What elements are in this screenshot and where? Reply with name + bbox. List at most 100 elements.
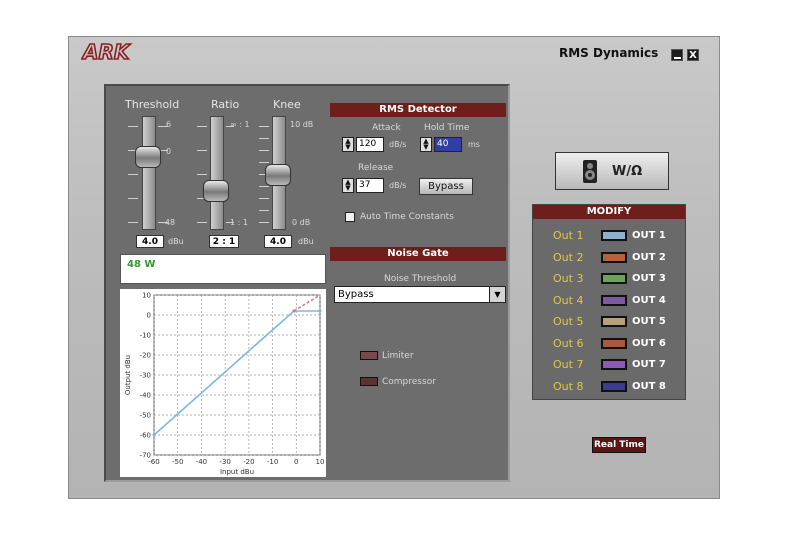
y-tick-label: 10 — [142, 292, 151, 300]
compressor-label: Compressor — [382, 377, 436, 387]
attack-unit: dB/s — [389, 140, 407, 149]
rms-detector-header: RMS Detector — [330, 103, 506, 117]
ratio-value[interactable]: 2 : 1 — [209, 235, 239, 248]
out-select-button[interactable] — [601, 337, 627, 349]
attack-spinner[interactable]: ▲ ▼ — [342, 137, 354, 152]
y-axis-label: Output dBu — [124, 355, 132, 395]
attack-label: Attack — [372, 123, 401, 133]
release-label: Release — [358, 163, 394, 173]
out-name: OUT 5 — [632, 316, 666, 327]
out-select-button[interactable] — [601, 359, 627, 370]
out-row: Out 1 OUT 1 — [533, 225, 687, 245]
x-tick-label: -30 — [219, 458, 230, 466]
real-time-button[interactable]: Real Time — [592, 437, 646, 453]
release-spinner[interactable]: ▲ ▼ — [342, 178, 354, 193]
ark-logo: ARK — [81, 41, 132, 63]
modify-header: MODIFY — [533, 205, 685, 219]
ratio-fader-knob[interactable] — [203, 180, 229, 202]
knee-fader-knob[interactable] — [265, 164, 291, 186]
x-tick-label: -20 — [243, 458, 254, 466]
release-unit: dB/s — [389, 181, 407, 190]
bypass-button[interactable]: Bypass — [419, 178, 473, 195]
speaker-icon — [583, 160, 597, 183]
noise-threshold-value: Bypass — [338, 289, 374, 300]
x-axis-label: Input dBu — [220, 468, 254, 476]
out-name: OUT 6 — [632, 337, 666, 349]
chevron-down-icon[interactable]: ▼ — [489, 287, 505, 302]
out-select-button[interactable] — [601, 230, 627, 241]
out-label: Out 5 — [553, 315, 584, 328]
out-label: Out 4 — [553, 293, 584, 307]
x-tick-label: -10 — [267, 458, 278, 466]
threshold-tick-mid: 0 — [166, 147, 172, 156]
hold-time-field[interactable]: 40 — [434, 137, 462, 152]
out-name: OUT 2 — [632, 251, 666, 263]
x-tick-label: -40 — [196, 458, 207, 466]
x-tick-label: -50 — [172, 458, 183, 466]
transfer-curve-chart: -60 -50 -40 -30 -20 -10 0 10 10 0 -10 -20 -30 -40 -50 -… — [120, 289, 326, 477]
y-tick-label: -60 — [140, 432, 151, 440]
x-tick-label: 10 — [316, 458, 325, 466]
threshold-fader-knob[interactable] — [135, 146, 161, 168]
modify-panel: MODIFY Out 1 OUT 1 Out 2 OUT 2 Out 3 OUT 3 Out… — [532, 204, 686, 400]
threshold-tick-bottom: -48 — [162, 218, 176, 227]
transfer-curve-svg: -60 -50 -40 -30 -20 -10 0 10 10 0 -10 -20 -30 -40 -50 -… — [124, 292, 325, 477]
out-row: Out 2 OUT 2 — [533, 247, 687, 267]
out-name: OUT 8 — [632, 380, 666, 392]
out-name: OUT 4 — [632, 294, 666, 306]
y-tick-label: -20 — [140, 352, 151, 360]
ratio-tick-top: ∞ : 1 — [230, 120, 250, 129]
limiter-indicator[interactable] — [360, 351, 378, 360]
auto-time-constants-label: Auto Time Constants — [360, 212, 454, 222]
out-name: OUT 3 — [632, 273, 666, 284]
threshold-unit: dBu — [168, 237, 184, 246]
power-display: 48 W — [120, 254, 326, 284]
out-row: Out 6 OUT 6 — [533, 333, 687, 353]
out-label: Out 7 — [553, 358, 584, 371]
limiter-label: Limiter — [382, 351, 414, 361]
hold-time-label: Hold Time — [424, 123, 470, 133]
out-row: Out 4 OUT 4 — [533, 290, 687, 310]
speaker-power-button[interactable]: W/Ω — [555, 152, 669, 190]
knee-unit: dBu — [298, 237, 314, 246]
threshold-label: Threshold — [125, 98, 180, 111]
out-select-button[interactable] — [601, 316, 627, 327]
ratio-label: Ratio — [211, 98, 240, 111]
out-row: Out 5 OUT 5 — [533, 311, 687, 331]
window-title: RMS Dynamics — [559, 46, 659, 60]
release-field[interactable]: 37 — [356, 178, 384, 193]
out-row: Out 8 OUT 8 — [533, 376, 687, 396]
noise-threshold-label: Noise Threshold — [384, 274, 457, 284]
out-label: Out 6 — [553, 336, 584, 350]
knee-tick-bottom: 0 dB — [292, 218, 311, 227]
out-name: OUT 7 — [632, 359, 666, 370]
attack-field[interactable]: 120 — [356, 137, 384, 152]
knee-tick-top: 10 dB — [290, 120, 314, 129]
noise-threshold-select[interactable]: Bypass ▼ — [334, 286, 506, 303]
out-name: OUT 1 — [632, 230, 666, 241]
hold-time-spinner[interactable]: ▲ ▼ — [420, 137, 432, 152]
out-row: Out 7 OUT 7 — [533, 354, 687, 374]
out-select-button[interactable] — [601, 380, 627, 392]
out-select-button[interactable] — [601, 294, 627, 306]
svg-text:ARK: ARK — [81, 41, 131, 63]
close-button[interactable]: X — [687, 49, 699, 61]
out-select-button[interactable] — [601, 251, 627, 263]
series-point — [318, 309, 322, 313]
series-point — [152, 433, 156, 437]
out-row: Out 3 OUT 3 — [533, 268, 687, 288]
knee-value[interactable]: 4.0 — [264, 235, 292, 248]
knee-label: Knee — [273, 98, 301, 111]
ratio-tick-bottom: 1 : 1 — [230, 218, 248, 227]
threshold-value[interactable]: 4.0 — [136, 235, 164, 248]
hold-time-unit: ms — [468, 140, 480, 149]
y-tick-label: -70 — [140, 452, 151, 460]
auto-time-constants-checkbox[interactable] — [345, 212, 355, 222]
threshold-tick-top: 6 — [166, 120, 172, 129]
compressor-indicator[interactable] — [360, 377, 378, 386]
out-label: Out 2 — [553, 250, 584, 264]
minimize-button[interactable] — [671, 49, 683, 61]
out-select-button[interactable] — [601, 273, 627, 284]
out-label: Out 8 — [553, 379, 584, 393]
y-tick-label: -40 — [140, 392, 151, 400]
